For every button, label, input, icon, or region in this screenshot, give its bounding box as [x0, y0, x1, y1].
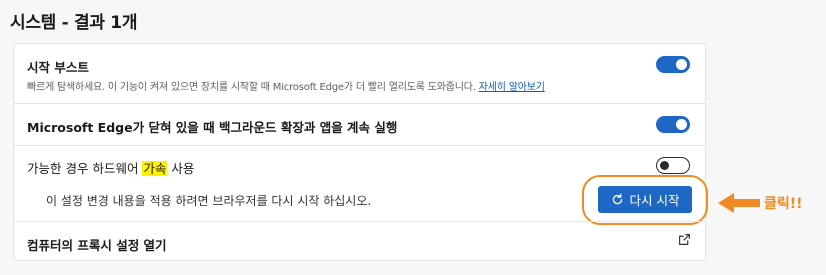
startup-boost-toggle[interactable] — [656, 56, 690, 73]
divider — [14, 103, 705, 104]
hardware-accel-title-text: 가능한 경우 하드웨어 — [27, 161, 143, 176]
divider — [14, 145, 705, 146]
startup-boost-title: 시작 부스트 — [27, 60, 89, 75]
arrow-annotation — [718, 193, 760, 213]
toggle-knob — [676, 59, 687, 70]
learn-more-link[interactable]: 자세히 알아보기 — [479, 82, 545, 93]
hardware-accel-title-suffix: 사용 — [167, 161, 195, 176]
divider — [14, 221, 705, 222]
refresh-icon — [612, 193, 622, 205]
hardware-accel-toggle[interactable] — [656, 157, 690, 174]
settings-panel: 시작 부스트 빠르게 탐색하세요. 이 기능이 켜져 있으면 장치를 시작할 때… — [13, 43, 708, 261]
startup-boost-description: 빠르게 탐색하세요. 이 기능이 켜져 있으면 장치를 시작할 때 Micros… — [27, 78, 545, 93]
external-link-icon[interactable] — [678, 233, 691, 246]
click-annotation-label: 클릭!! — [764, 196, 803, 212]
search-highlight: 가속 — [142, 161, 168, 176]
background-apps-toggle[interactable] — [656, 116, 690, 133]
restart-button-label: 다시 시작 — [629, 193, 680, 208]
restart-button[interactable]: 다시 시작 — [598, 186, 692, 213]
toggle-knob — [660, 160, 669, 170]
page-title: 시스템 - 결과 1개 — [10, 13, 138, 33]
toggle-knob — [676, 119, 687, 130]
hardware-accel-title: 가능한 경우 하드웨어 가속 사용 — [27, 158, 194, 177]
restart-message: 이 설정 변경 내용을 적용 하려면 브라우저를 다시 시작 하십시오. — [46, 194, 372, 208]
proxy-title: 컴퓨터의 프록시 설정 열기 — [27, 238, 167, 253]
background-apps-title: Microsoft Edge가 닫혀 있을 때 백그라운드 확장과 앱을 계속 … — [27, 120, 398, 135]
startup-boost-description-text: 빠르게 탐색하세요. 이 기능이 켜져 있으면 장치를 시작할 때 Micros… — [27, 82, 476, 93]
